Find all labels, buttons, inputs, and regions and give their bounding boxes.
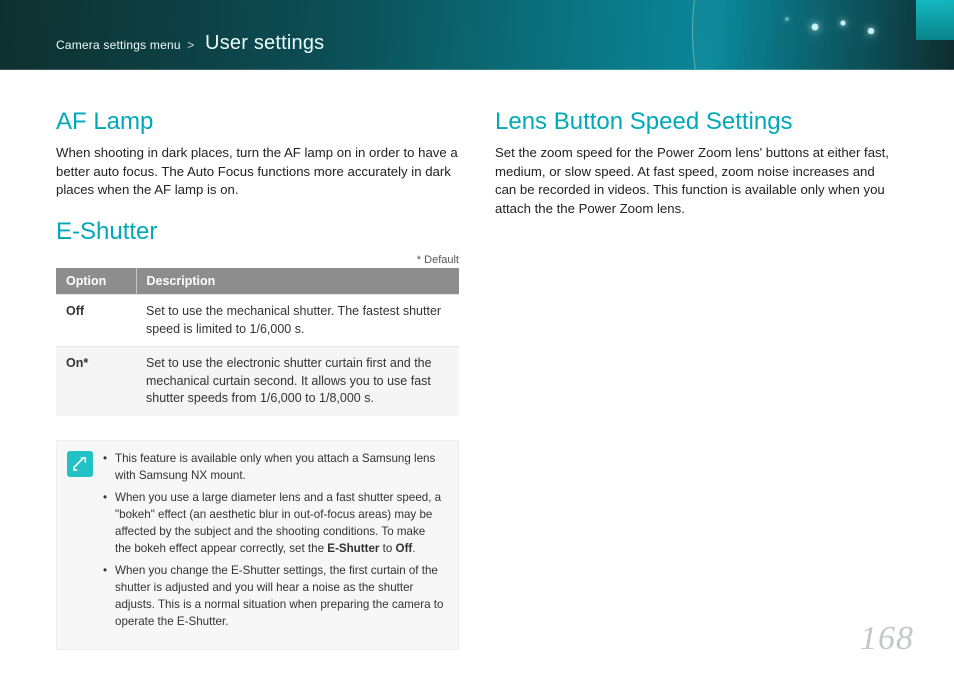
col-header-option: Option xyxy=(56,268,136,295)
header-sparkle-decoration xyxy=(784,22,874,28)
note-item: When you change the E-Shutter settings, … xyxy=(103,563,444,630)
option-cell: On* xyxy=(56,347,136,416)
note-text: . xyxy=(412,542,415,555)
description-cell: Set to use the electronic shutter curtai… xyxy=(136,347,459,416)
col-header-description: Description xyxy=(136,268,459,295)
page-title: User settings xyxy=(201,32,324,54)
lens-button-body: Set the zoom speed for the Power Zoom le… xyxy=(495,144,898,219)
page-header: Camera settings menu > User settings xyxy=(0,0,954,70)
page-content: AF Lamp When shooting in dark places, tu… xyxy=(0,70,954,650)
e-shutter-table: Option Description Off Set to use the me… xyxy=(56,268,459,416)
note-bold: E-Shutter xyxy=(327,542,379,555)
table-row: Off Set to use the mechanical shutter. T… xyxy=(56,295,459,347)
breadcrumb-parent: Camera settings menu xyxy=(56,38,181,52)
note-text: to xyxy=(379,542,395,555)
note-box: This feature is available only when you … xyxy=(56,440,459,650)
description-cell: Set to use the mechanical shutter. The f… xyxy=(136,295,459,347)
e-shutter-heading: E-Shutter xyxy=(56,218,459,246)
note-list: This feature is available only when you … xyxy=(103,451,444,637)
breadcrumb: Camera settings menu > User settings xyxy=(56,32,324,55)
af-lamp-body: When shooting in dark places, turn the A… xyxy=(56,144,459,200)
table-row: On* Set to use the electronic shutter cu… xyxy=(56,347,459,416)
left-column: AF Lamp When shooting in dark places, tu… xyxy=(56,98,459,650)
option-cell: Off xyxy=(56,295,136,347)
note-bold: Off xyxy=(396,542,413,555)
note-item: When you use a large diameter lens and a… xyxy=(103,490,444,557)
lens-button-heading: Lens Button Speed Settings xyxy=(495,108,898,136)
note-item: This feature is available only when you … xyxy=(103,451,444,485)
right-column: Lens Button Speed Settings Set the zoom … xyxy=(495,98,898,650)
default-note: * Default xyxy=(56,254,459,266)
note-icon xyxy=(67,451,93,477)
breadcrumb-separator: > xyxy=(184,38,197,52)
page-number: 168 xyxy=(860,620,914,658)
section-bookmark-tab xyxy=(916,0,954,40)
af-lamp-heading: AF Lamp xyxy=(56,108,459,136)
